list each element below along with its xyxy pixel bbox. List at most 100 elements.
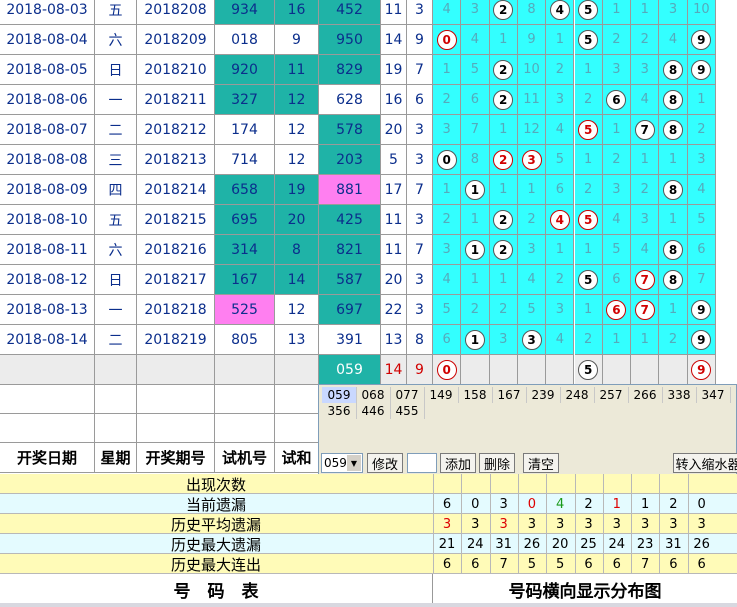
- row-period: 2018209: [137, 25, 215, 55]
- number-chip[interactable]: 158: [458, 387, 493, 403]
- row-result: 452: [319, 0, 381, 25]
- dist-cell: 1: [489, 265, 518, 295]
- number-ball: 5: [578, 0, 599, 20]
- number-ball: 5: [578, 209, 599, 230]
- row-span: 3: [407, 205, 433, 235]
- dist-cell: 3: [602, 175, 632, 205]
- number-ball: 9: [691, 299, 712, 320]
- number-ball: 2: [493, 149, 514, 170]
- number-chip[interactable]: 338: [662, 387, 697, 403]
- number-chip[interactable]: 455: [390, 403, 425, 419]
- omission-value: 6: [442, 332, 451, 347]
- number-input[interactable]: [407, 453, 437, 473]
- dist-cell: 1: [631, 0, 660, 25]
- dist-cell: 8: [659, 265, 688, 295]
- number-chip[interactable]: 356: [322, 403, 357, 419]
- row-result: 950: [319, 25, 381, 55]
- stat-value: 0: [461, 494, 488, 514]
- row-result: 578: [319, 115, 381, 145]
- stat-value: 1: [602, 494, 630, 514]
- omission-value: 12: [523, 122, 540, 137]
- row-resultsum: 11: [381, 0, 407, 25]
- row-trialsum: 12: [275, 115, 319, 145]
- number-chip[interactable]: 248: [560, 387, 595, 403]
- number-chip[interactable]: 149: [424, 387, 459, 403]
- row-period: 2018215: [137, 205, 215, 235]
- row-resultsum: 13: [381, 325, 407, 355]
- row-date: 2018-08-10: [0, 205, 95, 235]
- omission-value: 5: [612, 242, 621, 257]
- dist-cell: 2: [489, 55, 518, 85]
- dist-cell: 2: [687, 115, 716, 145]
- row-weekday: 六: [95, 25, 137, 55]
- add-button[interactable]: 添加: [440, 453, 476, 473]
- number-chip[interactable]: 167: [492, 387, 527, 403]
- row-resultsum: 20: [381, 265, 407, 295]
- number-ball: 8: [663, 269, 684, 290]
- row-trial: 525: [215, 295, 275, 325]
- dist-cell: 1: [574, 145, 603, 175]
- dist-cell: 8: [659, 115, 688, 145]
- number-chip[interactable]: 257: [594, 387, 629, 403]
- horizontal-scrollbar[interactable]: [0, 603, 737, 607]
- stat-value: 5: [546, 554, 573, 574]
- dist-cell: 1: [433, 55, 462, 85]
- number-ball: 0: [436, 359, 457, 380]
- dist-cell: 6: [602, 85, 632, 115]
- row-weekday: 二: [95, 115, 137, 145]
- stat-row: 历史最大连出 6 6 7 5 5 6 6 7 6 6: [0, 554, 737, 574]
- omission-value: 3: [612, 62, 621, 77]
- omission-value: 8: [470, 152, 480, 167]
- stat-value: 3: [546, 514, 573, 534]
- row-weekday: 二: [95, 325, 137, 355]
- dist-cell: 1: [461, 175, 490, 205]
- omission-value: 3: [442, 122, 451, 137]
- delete-button[interactable]: 删除: [479, 453, 515, 473]
- number-chip[interactable]: 068: [356, 387, 391, 403]
- number-select[interactable]: 059 ▼: [321, 453, 363, 473]
- dist-cell: 1: [461, 265, 490, 295]
- dist-cell: 1: [659, 145, 688, 175]
- row-span: 7: [407, 235, 433, 265]
- omission-value: 5: [555, 152, 564, 167]
- omission-value: 4: [640, 242, 649, 257]
- dist-cell: 7: [631, 295, 660, 325]
- stat-value: 23: [631, 534, 658, 554]
- dist-cell: 4: [433, 265, 462, 295]
- omission-value: 4: [470, 32, 480, 47]
- number-ball: 8: [663, 239, 684, 260]
- row-span: 6: [407, 85, 433, 115]
- row-trialsum: 8: [275, 235, 319, 265]
- modify-button[interactable]: 修改: [367, 453, 403, 473]
- row-span: 3: [407, 115, 433, 145]
- shrink-button[interactable]: 转入缩水器: [673, 453, 737, 473]
- number-chip[interactable]: 266: [628, 387, 663, 403]
- stat-value: [433, 474, 460, 494]
- omission-value: 1: [499, 122, 508, 137]
- stat-value: 0: [517, 494, 545, 514]
- number-chip[interactable]: 077: [390, 387, 425, 403]
- omission-value: 4: [442, 272, 451, 287]
- number-chip[interactable]: 059: [322, 387, 357, 403]
- dist-cell: 6: [546, 175, 575, 205]
- dist-cell: 2: [461, 295, 490, 325]
- stat-value: 24: [461, 534, 488, 554]
- omission-value: 3: [555, 92, 564, 107]
- row-resultsum: 17: [381, 175, 407, 205]
- stat-value: 3: [461, 514, 488, 534]
- dist-cell: 4: [659, 25, 688, 55]
- omission-value: 2: [612, 152, 621, 167]
- stat-value: 3: [517, 514, 545, 534]
- omission-value: 3: [442, 242, 451, 257]
- stat-value: 6: [433, 554, 460, 574]
- row-trial: 174: [215, 115, 275, 145]
- number-chip[interactable]: 239: [526, 387, 561, 403]
- number-chip[interactable]: 347: [696, 387, 731, 403]
- blank-cell: [0, 385, 95, 414]
- clear-button[interactable]: 清空: [523, 453, 559, 473]
- forecast-dist-cell: [659, 355, 688, 385]
- number-chip[interactable]: 446: [356, 403, 391, 419]
- chevron-down-icon[interactable]: ▼: [347, 455, 361, 471]
- dist-cell: 2: [602, 145, 632, 175]
- dist-cell: 3: [631, 55, 660, 85]
